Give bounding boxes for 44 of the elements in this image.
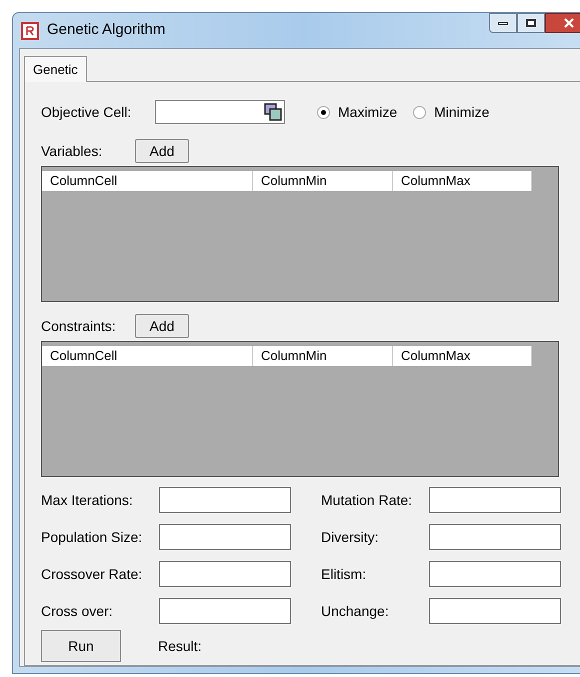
column-header[interactable]: ColumnMin — [253, 171, 393, 191]
field-label: Population Size: — [41, 528, 144, 547]
minimize-button[interactable] — [489, 13, 517, 33]
field-label: Cross over: — [41, 602, 114, 620]
tab[interactable]: Genetic — [24, 56, 87, 82]
objective-cell-label: Objective Cell: — [41, 102, 132, 122]
app-logo-icon — [21, 22, 39, 40]
close-button[interactable] — [545, 13, 580, 33]
maximize-icon — [526, 19, 536, 27]
range-select-icon — [264, 103, 282, 121]
field-label: Mutation Rate: — [321, 490, 414, 510]
radio-label: Maximize — [338, 102, 398, 122]
input-field[interactable] — [159, 561, 291, 587]
result-label: Result: — [158, 636, 202, 656]
input-field[interactable] — [429, 524, 561, 550]
input-field[interactable] — [159, 598, 291, 624]
field-label: Max Iterations: — [41, 490, 134, 510]
input-field[interactable] — [429, 561, 561, 587]
field-label: Crossover Rate: — [41, 564, 144, 584]
field-label: Diversity: — [321, 528, 380, 547]
radio-label: Minimize — [434, 102, 490, 122]
field-label: Elitism: — [321, 564, 368, 584]
input-field[interactable] — [429, 598, 561, 624]
add-button[interactable]: Add — [135, 139, 189, 163]
column-header[interactable]: ColumnCell — [42, 346, 253, 366]
run-button[interactable]: Run — [41, 630, 121, 662]
minimize-icon — [498, 22, 508, 24]
radio-button[interactable] — [317, 106, 330, 118]
radio-button[interactable] — [413, 106, 426, 118]
objective-cell-field[interactable] — [155, 100, 285, 124]
add-button[interactable]: Add — [135, 314, 189, 338]
maximize-button[interactable] — [517, 13, 545, 33]
input-field[interactable] — [429, 487, 561, 513]
input-field[interactable] — [159, 487, 291, 513]
column-header[interactable]: ColumnMin — [253, 346, 393, 366]
column-header[interactable]: ColumnCell — [42, 171, 253, 191]
field-label: Unchange: — [321, 602, 390, 621]
column-header[interactable]: ColumnMax — [393, 171, 532, 191]
window-title: Genetic Algorithm — [47, 20, 166, 40]
close-icon — [563, 18, 575, 28]
section-label: Constraints: — [41, 316, 117, 336]
input-field[interactable] — [159, 524, 291, 550]
section-label: Variables: — [41, 142, 104, 160]
column-header[interactable]: ColumnMax — [393, 346, 532, 366]
